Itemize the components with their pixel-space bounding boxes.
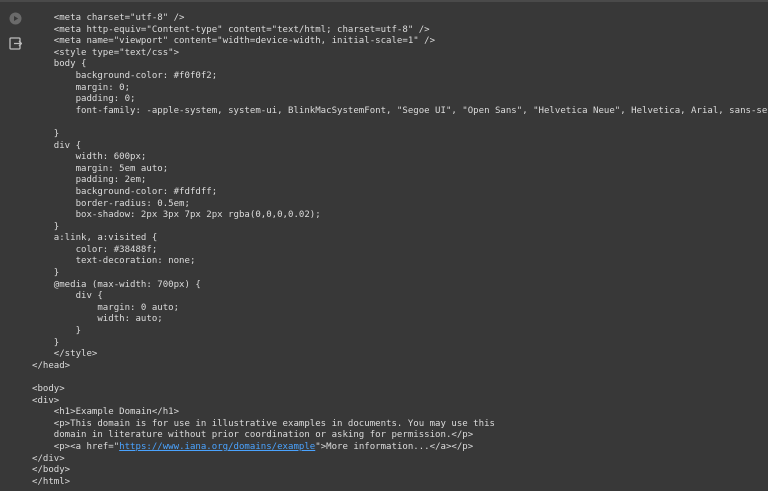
code-line: div { xyxy=(32,291,103,302)
code-line: <div> xyxy=(32,395,60,406)
code-line: <meta charset="utf-8" /> xyxy=(32,13,185,23)
code-line: box-shadow: 2px 3px 7px 2px rgba(0,0,0,0… xyxy=(32,210,321,221)
play-circle-icon[interactable] xyxy=(9,12,22,25)
code-line: border-radius: 0.5em; xyxy=(32,198,190,209)
code-line: div { xyxy=(32,140,82,151)
code-line: margin: 5em auto; xyxy=(32,163,169,174)
code-line: <body> xyxy=(32,384,65,394)
code-line: <p>This domain is for use in illustrativ… xyxy=(32,418,495,429)
code-line: padding: 0; xyxy=(32,94,136,105)
code-line: } xyxy=(32,337,60,348)
code-line: </body> xyxy=(32,465,71,476)
code-line: <p><a href="https://www.iana.org/domains… xyxy=(32,442,768,454)
code-line: </style> xyxy=(32,349,98,360)
code-line: domain in literature without prior coord… xyxy=(32,430,474,441)
code-line: text-decoration: none; xyxy=(32,256,196,267)
code-text: <p><a href=" xyxy=(32,441,120,452)
html-source-code: <meta charset="utf-8" /> <meta http-equi… xyxy=(32,13,768,488)
code-line: } xyxy=(32,221,60,232)
code-line: <meta http-equiv="Content-type" content=… xyxy=(32,24,430,35)
code-output-panel: <meta charset="utf-8" /> <meta http-equi… xyxy=(0,0,768,491)
code-line: background-color: #fdfdff; xyxy=(32,186,218,197)
code-line: width: 600px; xyxy=(32,152,147,163)
code-line: background-color: #f0f0f2; xyxy=(32,70,218,81)
code-line: </head> xyxy=(32,360,71,371)
code-line: @media (max-width: 700px) { xyxy=(32,279,201,290)
code-line: color: #38488f; xyxy=(32,244,158,255)
code-line: </div> xyxy=(32,453,65,464)
code-line: margin: 0 auto; xyxy=(32,302,180,313)
code-line: <meta name="viewport" content="width=dev… xyxy=(32,36,436,47)
code-line: } xyxy=(32,326,82,337)
code-line: margin: 0; xyxy=(32,82,131,93)
code-line: } xyxy=(32,128,60,139)
code-line: <h1>Example Domain</h1> xyxy=(32,407,180,418)
code-text: ">More information...</a></p> xyxy=(315,441,474,452)
code-line: } xyxy=(32,268,60,279)
code-line: </html> xyxy=(32,476,71,487)
code-line: <style type="text/css"> xyxy=(32,47,180,58)
code-line: font-family: -apple-system, system-ui, B… xyxy=(32,105,768,116)
code-line: body { xyxy=(32,59,87,70)
code-line: a:link, a:visited { xyxy=(32,233,158,244)
cell-gutter xyxy=(0,2,30,491)
output-export-icon[interactable] xyxy=(9,37,22,50)
code-line: padding: 2em; xyxy=(32,175,147,186)
example-url-link[interactable]: https://www.iana.org/domains/example xyxy=(119,442,315,452)
code-line: width: auto; xyxy=(32,314,163,325)
